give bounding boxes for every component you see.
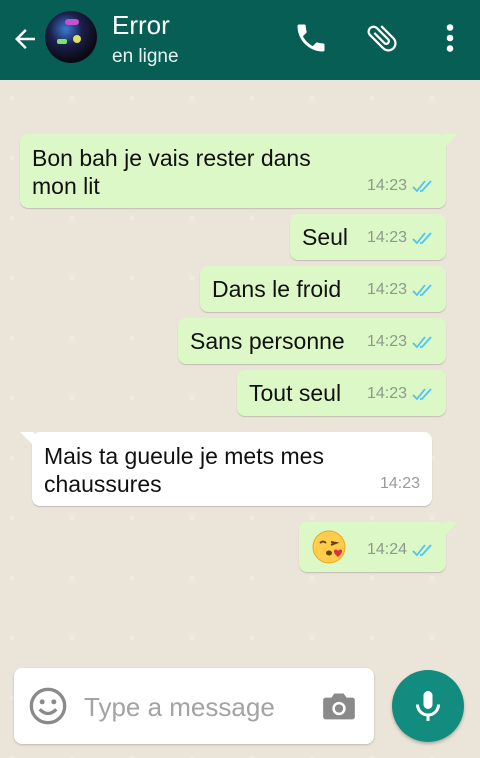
avatar[interactable]: [45, 11, 97, 63]
chat-area[interactable]: Bon bah je vais rester dans mon lit 14:2…: [0, 80, 480, 758]
message-text-line: chaussures: [44, 471, 162, 497]
microphone-icon: [416, 691, 440, 721]
message-text: Seul: [302, 224, 349, 250]
message-bubble[interactable]: Sans personne 14:23: [178, 318, 446, 364]
message-text: Tout seul: [249, 380, 342, 406]
phone-icon[interactable]: [293, 20, 329, 56]
message-text: Bon bah je vais rester dans mon lit: [32, 144, 311, 200]
double-check-read-icon: [412, 544, 432, 557]
message-time: 14:24: [366, 541, 407, 558]
back-arrow-icon[interactable]: [10, 24, 40, 54]
message-text: Dans le froid: [212, 276, 342, 302]
message-text-line: Mais ta gueule je mets mes: [44, 443, 324, 469]
double-check-read-icon: [412, 284, 432, 297]
message-bubble[interactable]: Tout seul 14:23: [237, 370, 446, 416]
message-meta: 14:24: [367, 536, 434, 564]
message-meta: 14:23: [380, 470, 420, 498]
message-input[interactable]: Type a message: [84, 692, 275, 723]
paperclip-icon[interactable]: [364, 20, 400, 56]
message-meta: 14:23: [367, 276, 434, 304]
message-text-line: Bon bah je vais rester dans: [32, 145, 311, 171]
double-check-read-icon: [412, 388, 432, 401]
contact-status: en ligne: [112, 46, 179, 67]
message-time: 14:23: [366, 385, 407, 402]
message-text: Sans personne: [190, 328, 345, 354]
double-check-read-icon: [412, 336, 432, 349]
message-meta: 14:23: [367, 328, 434, 356]
more-vert-icon[interactable]: [432, 20, 468, 56]
double-check-read-icon: [412, 180, 432, 193]
camera-icon[interactable]: [319, 686, 359, 726]
message-composer[interactable]: Type a message: [14, 668, 374, 744]
message-meta: 14:23: [367, 172, 434, 200]
message-time: 14:23: [366, 177, 407, 194]
message-meta: 14:23: [367, 224, 434, 252]
microphone-button[interactable]: [392, 670, 464, 742]
message-time: 14:23: [366, 229, 407, 246]
message-meta: 14:23: [367, 380, 434, 408]
message-time: 14:23: [366, 333, 407, 350]
message-bubble[interactable]: Bon bah je vais rester dans mon lit 14:2…: [20, 134, 458, 208]
message-bubble[interactable]: Mais ta gueule je mets mes chaussures 14…: [20, 432, 432, 506]
smiley-icon[interactable]: [28, 686, 68, 726]
message-bubble[interactable]: Seul 14:23: [290, 214, 446, 260]
double-check-read-icon: [412, 232, 432, 245]
contact-name[interactable]: Error: [112, 10, 170, 41]
message-text-line: mon lit: [32, 173, 100, 199]
message-time: 14:23: [379, 475, 420, 492]
chat-header: Error en ligne: [0, 0, 480, 80]
message-bubble[interactable]: 14:24: [299, 522, 458, 572]
message-text: Mais ta gueule je mets mes chaussures: [44, 442, 324, 498]
message-time: 14:23: [366, 281, 407, 298]
message-bubble[interactable]: Dans le froid 14:23: [200, 266, 446, 312]
kissing-face-with-heart-emoji: [312, 530, 346, 564]
